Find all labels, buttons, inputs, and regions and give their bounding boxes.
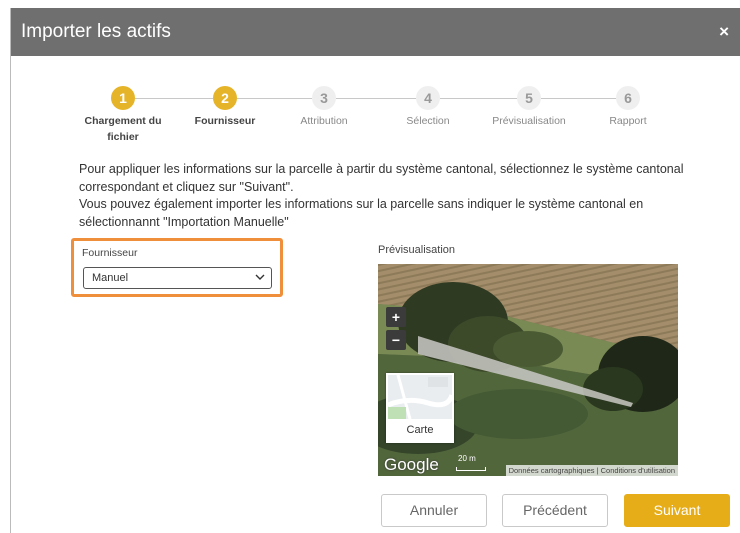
dialog-titlebar: Importer les actifs × xyxy=(11,8,740,56)
map-type-label: Carte xyxy=(406,424,434,436)
step-6-circle: 6 xyxy=(616,86,640,110)
map-scale-bar xyxy=(456,467,486,471)
chevron-down-icon xyxy=(255,271,265,286)
step-5-circle: 5 xyxy=(517,86,541,110)
supplier-label: Fournisseur xyxy=(82,247,138,259)
zoom-out-button[interactable]: − xyxy=(386,330,406,350)
supplier-selected-value: Manuel xyxy=(92,272,129,284)
step-3-label: Attribution xyxy=(300,115,348,127)
map-scale-label: 20 m xyxy=(458,454,476,463)
supplier-select[interactable]: Manuel xyxy=(83,267,272,289)
preview-map[interactable]: + − Carte Google 20 m Données cartograph… xyxy=(378,264,678,476)
map-thumbnail xyxy=(388,375,452,419)
step-connector xyxy=(237,98,312,99)
step-1-circle[interactable]: 1 xyxy=(111,86,135,110)
step-6-label: Rapport xyxy=(609,115,647,127)
step-5-label: Prévisualisation xyxy=(492,115,566,127)
instructions-line-2: Vous pouvez également importer les infor… xyxy=(79,197,644,229)
step-3-circle: 3 xyxy=(312,86,336,110)
step-1-label: Chargement du fichier xyxy=(84,115,162,143)
step-2-label: Fournisseur xyxy=(194,115,256,127)
step-4-circle: 4 xyxy=(416,86,440,110)
step-connector xyxy=(135,98,213,99)
instructions-line-1: Pour appliquer les informations sur la p… xyxy=(79,162,684,194)
google-logo: Google xyxy=(384,455,439,474)
step-2-circle[interactable]: 2 xyxy=(213,86,237,110)
import-assets-dialog: Importer les actifs × 1 2 3 4 5 6 Charge… xyxy=(10,8,740,533)
close-icon[interactable]: × xyxy=(719,22,729,42)
step-connector xyxy=(336,98,416,99)
step-connector xyxy=(440,98,517,99)
instructions-text: Pour appliquer les informations sur la p… xyxy=(79,161,719,231)
supplier-field-group: Fournisseur Manuel xyxy=(71,238,283,297)
zoom-in-button[interactable]: + xyxy=(386,307,406,327)
cancel-button[interactable]: Annuler xyxy=(381,494,487,527)
satellite-image xyxy=(378,264,678,476)
preview-label: Prévisualisation xyxy=(378,244,456,256)
step-4-label: Sélection xyxy=(406,115,450,127)
previous-button[interactable]: Précédent xyxy=(502,494,608,527)
next-button[interactable]: Suivant xyxy=(624,494,730,527)
map-attribution[interactable]: Données cartographiques | Conditions d'u… xyxy=(505,465,678,476)
map-type-toggle[interactable]: Carte xyxy=(386,373,454,443)
dialog-title: Importer les actifs xyxy=(21,21,171,42)
step-connector xyxy=(541,98,616,99)
